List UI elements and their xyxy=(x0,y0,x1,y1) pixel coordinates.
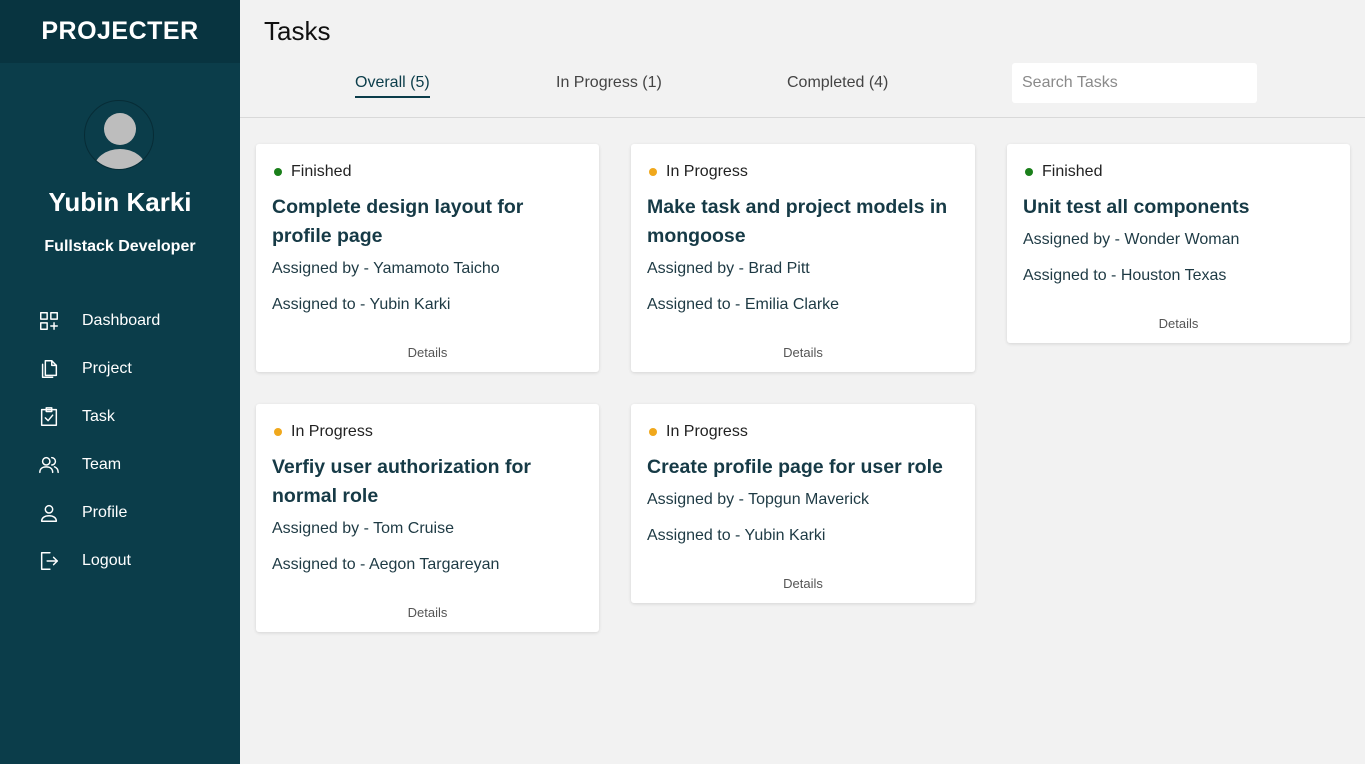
status-label: In Progress xyxy=(291,423,373,440)
sidebar-nav: Dashboard Project Task Team Profile Logo… xyxy=(0,297,240,585)
user-role: Fullstack Developer xyxy=(44,238,196,255)
status-badge: Finished xyxy=(1023,163,1334,181)
task-title: Make task and project models in mongoose xyxy=(647,196,948,247)
avatar-body xyxy=(94,149,146,169)
task-title: Unit test all components xyxy=(1023,196,1250,218)
sidebar-item-project[interactable]: Project xyxy=(0,345,240,393)
team-icon xyxy=(38,454,60,476)
sidebar-item-dashboard[interactable]: Dashboard xyxy=(0,297,240,345)
details-link[interactable]: Details xyxy=(256,605,599,620)
tab-overall[interactable]: Overall (5) xyxy=(355,74,430,98)
assigned-to: Assigned to - Yubin Karki xyxy=(647,527,826,544)
assigned-to: Assigned to - Yubin Karki xyxy=(272,296,451,313)
sidebar-item-label: Team xyxy=(82,456,122,473)
clipboard-check-icon xyxy=(38,406,60,428)
search-input[interactable] xyxy=(1012,63,1257,103)
status-label: In Progress xyxy=(666,423,748,440)
status-dot-icon xyxy=(649,168,657,176)
status-badge: In Progress xyxy=(647,423,959,441)
task-card: Finished Unit test all components Assign… xyxy=(1007,144,1350,343)
assigned-to: Assigned to - Houston Texas xyxy=(1023,267,1227,284)
assigned-by: Assigned by - Wonder Woman xyxy=(1023,231,1240,248)
user-name: Yubin Karki xyxy=(48,187,192,217)
main-content: Tasks Overall (5) In Progress (1) Comple… xyxy=(240,0,1365,764)
assigned-by: Assigned by - Tom Cruise xyxy=(272,520,454,537)
sidebar-item-team[interactable]: Team xyxy=(0,441,240,489)
sidebar-item-label: Logout xyxy=(82,552,131,569)
status-dot-icon xyxy=(1025,168,1033,176)
tab-completed[interactable]: Completed (4) xyxy=(787,74,888,96)
sidebar-item-task[interactable]: Task xyxy=(0,393,240,441)
page-title: Tasks xyxy=(264,16,331,46)
person-icon xyxy=(38,502,60,524)
task-title: Verfiy user authorization for normal rol… xyxy=(272,456,531,507)
avatar-head xyxy=(104,113,136,145)
logout-icon xyxy=(38,550,60,572)
sidebar-item-label: Profile xyxy=(82,504,128,521)
status-badge: Finished xyxy=(272,163,583,181)
assigned-to: Assigned to - Emilia Clarke xyxy=(647,296,840,313)
sidebar-item-logout[interactable]: Logout xyxy=(0,537,240,585)
status-dot-icon xyxy=(649,428,657,436)
details-link[interactable]: Details xyxy=(256,345,599,360)
sidebar-item-profile[interactable]: Profile xyxy=(0,489,240,537)
sidebar-item-label: Dashboard xyxy=(82,312,161,329)
status-label: In Progress xyxy=(666,163,748,180)
task-card: In Progress Make task and project models… xyxy=(631,144,975,372)
sidebar: PROJECTER Yubin Karki Fullstack Develope… xyxy=(0,0,240,764)
tab-in-progress[interactable]: In Progress (1) xyxy=(556,74,662,96)
details-link[interactable]: Details xyxy=(1007,316,1350,331)
assigned-by: Assigned by - Topgun Maverick xyxy=(647,491,870,508)
status-label: Finished xyxy=(1042,163,1103,180)
sidebar-item-label: Project xyxy=(82,360,132,377)
task-card: In Progress Verfiy user authorization fo… xyxy=(256,404,599,632)
assigned-to: Assigned to - Aegon Targareyan xyxy=(272,556,500,573)
assigned-by: Assigned by - Yamamoto Taicho xyxy=(272,260,500,277)
sidebar-item-label: Task xyxy=(82,408,115,425)
page-header: Tasks Overall (5) In Progress (1) Comple… xyxy=(240,0,1365,118)
status-dot-icon xyxy=(274,168,282,176)
avatar xyxy=(84,100,154,170)
status-badge: In Progress xyxy=(647,163,959,181)
task-card: In Progress Create profile page for user… xyxy=(631,404,975,603)
task-title: Complete design layout for profile page xyxy=(272,196,524,247)
task-card: Finished Complete design layout for prof… xyxy=(256,144,599,372)
status-label: Finished xyxy=(291,163,352,180)
brand-logo[interactable]: PROJECTER xyxy=(0,0,240,63)
status-dot-icon xyxy=(274,428,282,436)
details-link[interactable]: Details xyxy=(631,345,975,360)
details-link[interactable]: Details xyxy=(631,576,975,591)
dashboard-icon xyxy=(38,310,60,332)
task-title: Create profile page for user role xyxy=(647,456,943,478)
status-badge: In Progress xyxy=(272,423,583,441)
assigned-by: Assigned by - Brad Pitt xyxy=(647,260,810,277)
documents-icon xyxy=(38,358,60,380)
